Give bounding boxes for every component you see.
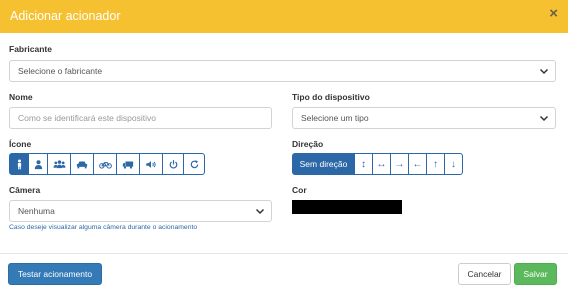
icon-button-group: [9, 153, 205, 175]
car-icon-button[interactable]: [70, 153, 94, 175]
direction-up-button[interactable]: ↑: [426, 153, 445, 175]
bike-icon: [98, 161, 112, 169]
user-icon-button[interactable]: [28, 153, 48, 175]
camera-select[interactable]: Nenhuma: [9, 200, 272, 222]
direction-right-button[interactable]: →: [390, 153, 409, 175]
camera-label: Câmera: [9, 185, 41, 195]
cancel-button[interactable]: Cancelar: [458, 263, 511, 285]
tipo-select[interactable]: Selecione um tipo: [292, 107, 556, 129]
direction-horizontal-button[interactable]: ↔: [372, 153, 391, 175]
close-icon[interactable]: ×: [549, 6, 558, 21]
nome-placeholder: Como se identificará este dispositivo: [18, 113, 156, 123]
direction-down-button[interactable]: ↓: [444, 153, 463, 175]
person-icon: [17, 159, 21, 169]
add-trigger-modal: Adicionar acionador × Fabricante Selecio…: [0, 0, 568, 296]
power-icon: [169, 159, 177, 168]
power-icon-button[interactable]: [162, 153, 184, 175]
fabricante-select[interactable]: Selecione o fabricante: [9, 60, 556, 82]
tipo-label: Tipo do dispositivo: [292, 92, 370, 102]
cor-label: Cor: [292, 185, 307, 195]
color-picker[interactable]: [292, 200, 402, 214]
refresh-icon-button[interactable]: [183, 153, 205, 175]
user-icon: [34, 159, 42, 169]
speaker-icon: [146, 160, 156, 168]
chevron-down-icon: [255, 208, 265, 215]
direcao-label: Direção: [292, 139, 324, 149]
group-icon: [53, 159, 65, 168]
chevron-down-icon: [539, 68, 549, 75]
nome-label: Nome: [9, 92, 33, 102]
test-trigger-button[interactable]: Testar acionamento: [8, 263, 102, 285]
camera-hint: Caso deseje visualizar alguma câmera dur…: [9, 224, 198, 231]
direction-vertical-button[interactable]: ↕: [354, 153, 373, 175]
save-button[interactable]: Salvar: [514, 263, 557, 285]
bike-icon-button[interactable]: [93, 153, 117, 175]
truck-icon-button[interactable]: [116, 153, 140, 175]
camera-value: Nenhuma: [18, 206, 55, 216]
direction-left-button[interactable]: ←: [408, 153, 427, 175]
chevron-down-icon: [539, 115, 549, 122]
fabricante-value: Selecione o fabricante: [18, 66, 103, 76]
person-icon-button[interactable]: [9, 153, 29, 175]
group-icon-button[interactable]: [47, 153, 71, 175]
truck-icon: [122, 161, 134, 169]
modal-title: Adicionar acionador: [10, 9, 121, 23]
direction-none-button[interactable]: Sem direção: [292, 153, 355, 175]
footer-divider: [0, 253, 568, 254]
car-icon: [76, 161, 88, 168]
direction-button-group: Sem direção ↕ ↔ → ← ↑ ↓: [292, 153, 463, 175]
fabricante-label: Fabricante: [9, 44, 52, 54]
nome-input[interactable]: Como se identificará este dispositivo: [9, 107, 272, 129]
speaker-icon-button[interactable]: [139, 153, 163, 175]
tipo-value: Selecione um tipo: [301, 113, 369, 123]
modal-header: Adicionar acionador ×: [0, 0, 568, 33]
icone-label: Ícone: [9, 139, 32, 149]
refresh-icon: [190, 159, 198, 168]
